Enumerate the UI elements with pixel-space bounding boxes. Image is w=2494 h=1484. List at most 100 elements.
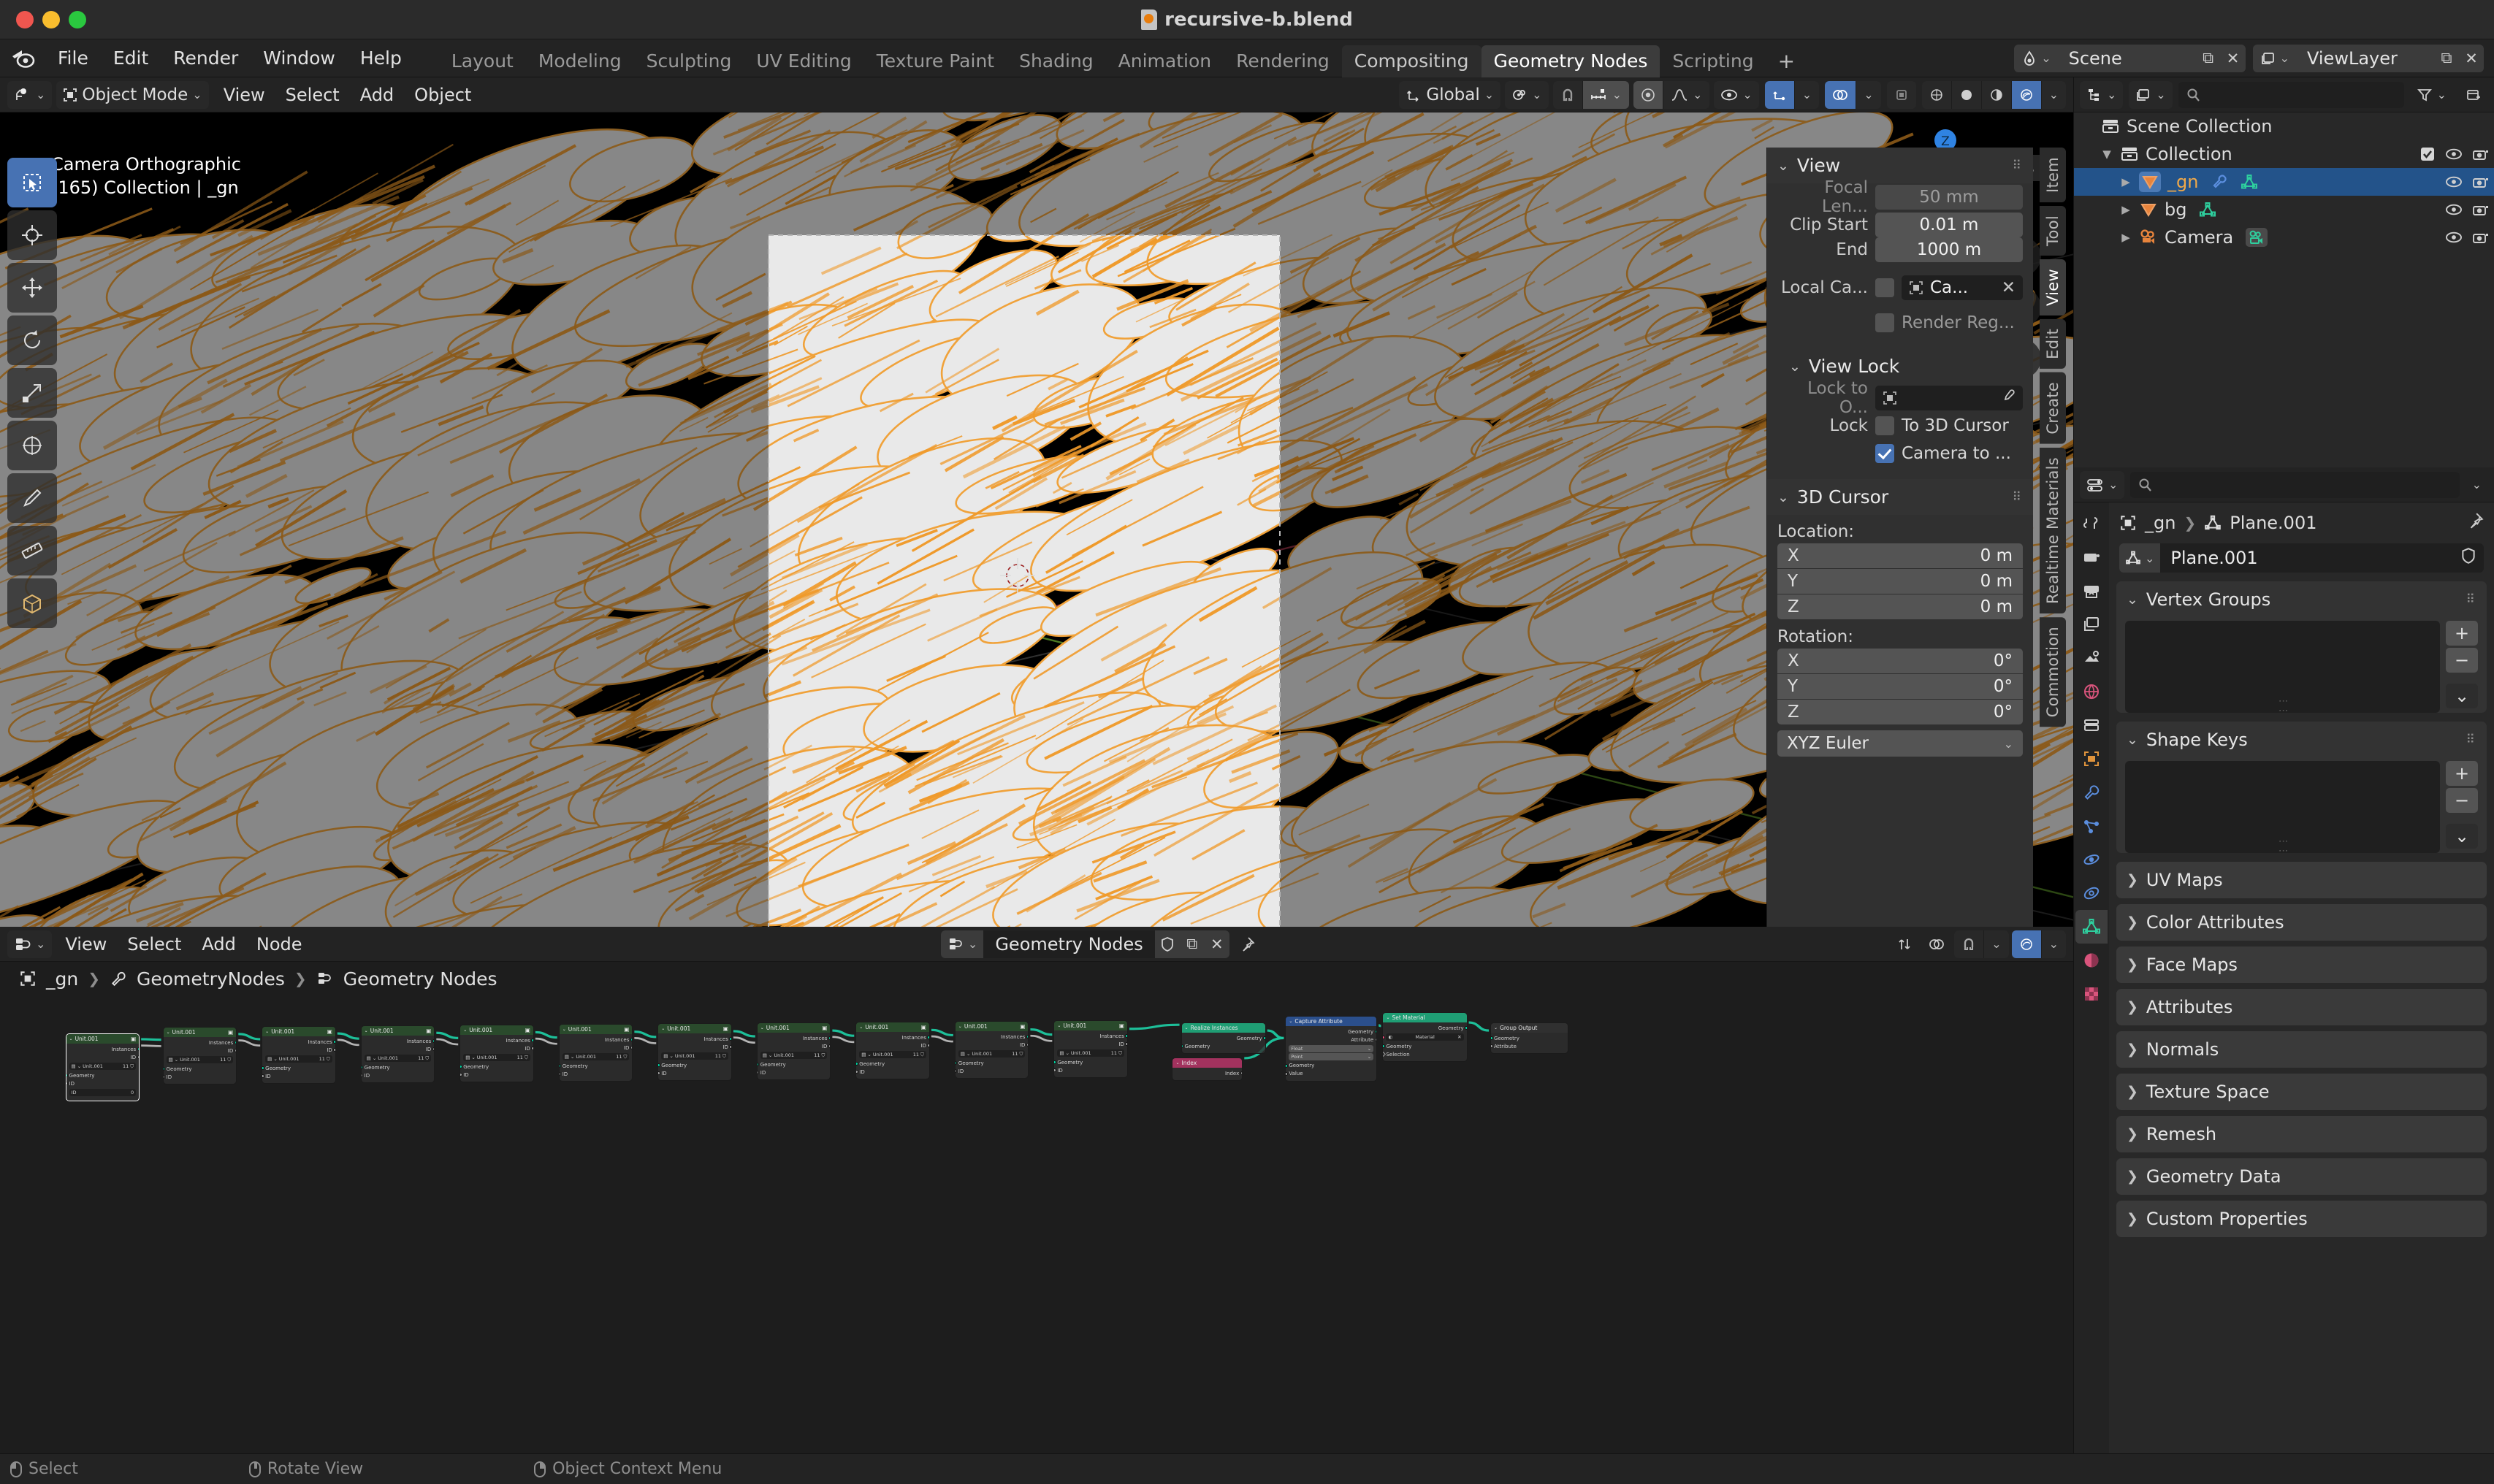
workspace-tab-modeling[interactable]: Modeling [526, 45, 634, 77]
outliner-row--gn[interactable]: ▶ _gn [2074, 168, 2494, 196]
outliner-new-collection-icon[interactable] [2459, 81, 2488, 109]
node-output-id[interactable]: ID [661, 1043, 731, 1051]
list-specials-dropdown[interactable]: ⌄ [2446, 684, 2478, 708]
snap-magnet-icon[interactable] [1553, 80, 1583, 109]
workspace-tab-geometry-nodes[interactable]: Geometry Nodes [1481, 45, 1660, 77]
render-region-checkbox[interactable] [1875, 313, 1894, 332]
input-socket[interactable] [757, 1071, 760, 1074]
tool-transform-icon[interactable] [7, 421, 57, 470]
node-input-geometry[interactable]: Geometry [1286, 1062, 1373, 1070]
input-socket[interactable] [856, 1062, 858, 1066]
tab-tool[interactable] [2075, 507, 2108, 540]
proportional-editing-group[interactable]: ⌄ [1633, 80, 1710, 109]
node-rendered-preview-button[interactable] [2011, 930, 2042, 958]
shading-mode-group[interactable]: ⌄ [1921, 80, 2066, 109]
node-output-geometry[interactable]: Geometry [1386, 1024, 1467, 1032]
clip-end-value[interactable]: 1000 m [1875, 237, 2023, 262]
node-input-id[interactable]: ID [262, 1072, 332, 1080]
input-socket[interactable] [559, 1064, 562, 1068]
cursor-field-x[interactable]: X 0° [1777, 649, 2023, 673]
node-input-id[interactable]: ID [856, 1068, 926, 1076]
lock-to-3d-cursor-checkbox[interactable] [1875, 416, 1894, 435]
breadcrumb-nodetree[interactable]: Geometry Nodes [343, 968, 497, 990]
output-socket[interactable] [333, 1040, 335, 1044]
node-output-instances[interactable]: Instances [167, 1039, 237, 1047]
hide-in-viewport-eye-icon[interactable] [2445, 231, 2463, 244]
disable-in-renders-camera-icon[interactable] [2472, 147, 2490, 161]
workspace-tab-scripting[interactable]: Scripting [1660, 45, 1766, 77]
node-index[interactable]: ⌄ Index Index [1172, 1057, 1243, 1081]
snap-node-to-grid-icon[interactable] [1890, 930, 1919, 958]
node-input-geometry[interactable]: Geometry [262, 1064, 332, 1072]
workspace-tab-sculpting[interactable]: Sculpting [634, 45, 744, 77]
output-socket[interactable] [927, 1036, 929, 1039]
editor-type-selector[interactable]: ⌄ [7, 80, 53, 109]
panel-header-color-attributes[interactable]: ❯ Color Attributes [2116, 904, 2487, 941]
new-scene-button[interactable]: ⧉ [2195, 44, 2221, 72]
node-input-geometry[interactable]: Geometry [1383, 1042, 1463, 1050]
node-unit-001[interactable]: ⌄ Unit.001 ▣ Instances ID ▤ ⌄ Unit.001 11 ⛉ Geomet… [65, 1033, 140, 1101]
outliner-filter-icon[interactable]: ⌄ [2410, 81, 2453, 109]
modifier-icon[interactable] [2211, 173, 2228, 191]
input-socket[interactable] [1286, 1063, 1288, 1068]
unlink-scene-button[interactable]: ✕ [2220, 44, 2246, 72]
node-output-index[interactable]: Index [1175, 1069, 1243, 1077]
input-socket[interactable] [460, 1073, 462, 1076]
node-material-field[interactable]: ◐ Material ✕ [1383, 1033, 1464, 1041]
node-output-id[interactable]: ID [563, 1044, 633, 1052]
panel-header-normals[interactable]: ❯ Normals [2116, 1031, 2487, 1068]
node-input-value[interactable]: Value [1286, 1070, 1373, 1078]
input-socket[interactable] [460, 1065, 462, 1068]
workspace-tab-uv-editing[interactable]: UV Editing [744, 45, 863, 77]
fake-user-shield-icon[interactable]: ⛉ [822, 1052, 825, 1059]
expand-triangle-right-icon[interactable]: ▶ [2119, 231, 2132, 244]
node-output-id[interactable]: ID [265, 1046, 335, 1054]
pin-icon[interactable] [1232, 930, 1262, 958]
input-socket[interactable] [163, 1067, 166, 1071]
sidebar-tab-tool[interactable]: Tool [2040, 206, 2066, 256]
node-output-geometry[interactable]: Geometry [1289, 1028, 1377, 1036]
node-shading-dropdown[interactable]: ⌄ [2042, 930, 2066, 958]
local-camera-value[interactable]: Ca... ✕ [1902, 275, 2023, 300]
input-socket[interactable] [757, 1063, 760, 1066]
node-unit-001[interactable]: ⌄ Unit.001 ▣ Instances ID ▤ ⌄ Unit.001 11 ⛉ Geomet… [954, 1021, 1029, 1079]
node-group-name[interactable]: Geometry Nodes [983, 930, 1155, 958]
node-header[interactable]: ⌄ Unit.001 ▣ [856, 1022, 929, 1032]
input-socket[interactable] [1383, 1044, 1385, 1048]
panel-header-attributes[interactable]: ❯ Attributes [2116, 989, 2487, 1025]
output-socket[interactable] [1263, 1036, 1265, 1040]
node-input-id[interactable]: ID [361, 1071, 432, 1079]
expand-triangle-right-icon[interactable]: ▶ [2119, 175, 2132, 188]
output-socket[interactable] [828, 1036, 831, 1040]
outliner-row-collection[interactable]: ▼ Collection [2074, 140, 2494, 168]
node-header[interactable]: ⌄ Unit.001 ▣ [66, 1034, 140, 1044]
node-input-id[interactable]: ID [559, 1070, 630, 1078]
node-unit-001[interactable]: ⌄ Unit.001 ▣ Instances ID ▤ ⌄ Unit.001 11 ⛉ Geomet… [262, 1026, 336, 1084]
top-menu-window[interactable]: Window [251, 39, 348, 77]
tab-scene[interactable] [2075, 641, 2108, 675]
node-unit-001[interactable]: ⌄ Unit.001 ▣ Instances ID ▤ ⌄ Unit.001 11 ⛉ Geomet… [459, 1025, 534, 1082]
node-group-datablock-field[interactable]: ▤ ⌄ Unit.001 11 ⛉ [760, 1052, 828, 1059]
disable-in-renders-camera-icon[interactable] [2472, 202, 2490, 217]
falloff-curve-selector[interactable]: ⌄ [1663, 81, 1709, 109]
blender-logo-icon[interactable] [10, 47, 35, 69]
cursor-field-x[interactable]: X 0 m [1777, 543, 2023, 568]
input-socket[interactable] [1491, 1044, 1493, 1048]
input-socket[interactable] [361, 1066, 364, 1069]
node-input-geometry[interactable]: Geometry [559, 1062, 630, 1070]
fake-user-shield-icon[interactable] [1154, 930, 1180, 958]
disable-in-renders-camera-icon[interactable] [2472, 175, 2490, 189]
node-group-datablock-field[interactable]: ▤ ⌄ Unit.001 11 ⛉ [265, 1055, 332, 1063]
drag-handle-icon[interactable]: ⠿ [2466, 592, 2476, 607]
output-socket[interactable] [234, 1041, 237, 1044]
node-unit-001[interactable]: ⌄ Unit.001 ▣ Instances ID ▤ ⌄ Unit.001 11 ⛉ Geomet… [855, 1022, 930, 1079]
remove-item-button[interactable]: − [2446, 788, 2478, 813]
material-preview-shading-button[interactable] [1982, 80, 2012, 109]
gizmo-options-dropdown[interactable]: ⌄ [1795, 81, 1819, 109]
hide-in-viewport-eye-icon[interactable] [2445, 203, 2463, 216]
tab-modifiers[interactable] [2075, 776, 2108, 809]
breadcrumb-object[interactable]: _gn [46, 968, 78, 990]
node-group-datablock-field[interactable]: ▤ ⌄ Unit.001 11 ⛉ [463, 1054, 530, 1061]
node-output-id[interactable]: ID [760, 1042, 831, 1050]
node-input-id[interactable]: ID [163, 1073, 234, 1081]
